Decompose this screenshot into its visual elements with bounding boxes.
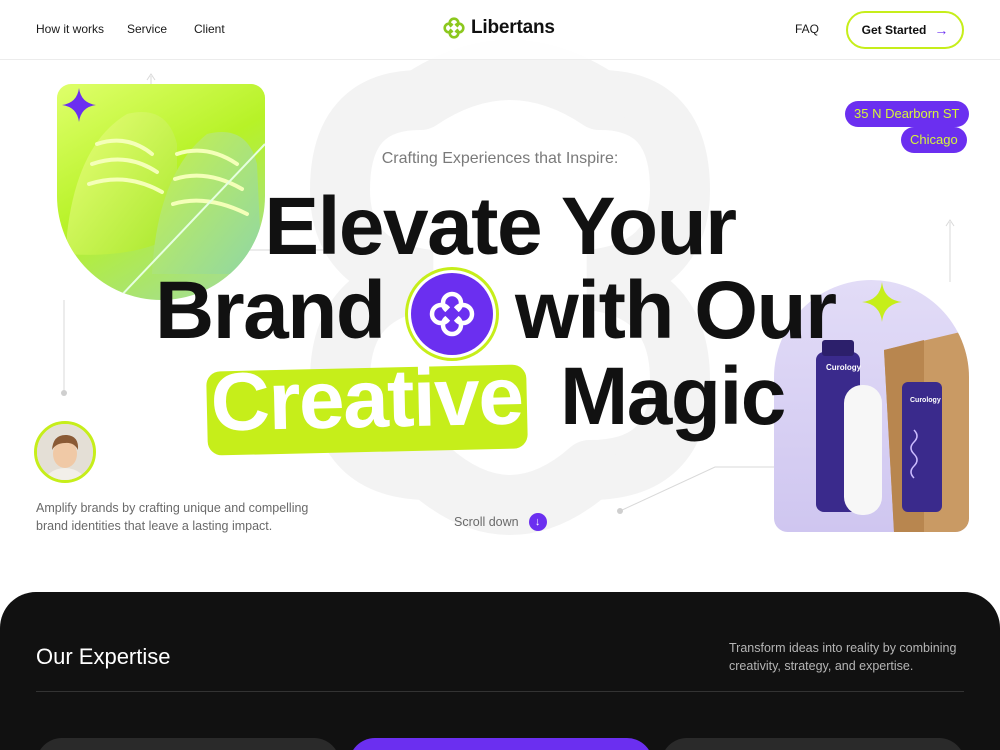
expertise-section: Our Expertise Transform ideas into reali… (0, 592, 1000, 750)
nav-link-how-it-works[interactable]: How it works (36, 22, 104, 36)
sparkle-icon (62, 88, 96, 122)
nav-link-service[interactable]: Service (127, 22, 167, 36)
headline-word-brand: Brand (155, 265, 386, 356)
product-brand-label-2: Curology (910, 397, 941, 404)
hero-eyebrow: Crafting Experiences that Inspire: (381, 150, 619, 167)
headline-line-1: Elevate Your (264, 181, 737, 272)
avatar (34, 421, 96, 483)
expertise-card-2[interactable] (349, 738, 653, 750)
headline-word-magic: Magic (560, 351, 786, 442)
expertise-description: Transform ideas into reality by combinin… (729, 641, 957, 673)
scroll-down-button[interactable]: Scroll down ↓ (454, 513, 547, 531)
headline-word-creative-highlight: Creative (206, 350, 528, 456)
arrow-right-icon: → (934, 22, 949, 38)
get-started-label: Get Started (861, 23, 927, 37)
scroll-down-label: Scroll down (454, 515, 519, 529)
expertise-card-1[interactable] (36, 738, 340, 750)
address-street-pill: 35 N Dearborn ST (845, 101, 969, 127)
get-started-button[interactable]: Get Started → (846, 11, 964, 49)
expertise-title: Our Expertise (36, 644, 171, 669)
address-city-pill: Chicago (901, 127, 967, 153)
headline-word-creative: Creative (209, 350, 524, 449)
brand-name: Libertans (471, 17, 555, 38)
nav-link-faq[interactable]: FAQ (795, 22, 819, 36)
arrow-down-icon: ↓ (528, 513, 547, 531)
brand-logo[interactable]: Libertans (443, 17, 555, 39)
divider (36, 691, 964, 692)
top-navigation: How it works Service Client Libertans FA… (0, 0, 1000, 60)
hero-tagline: Amplify brands by crafting unique and co… (36, 501, 309, 533)
product-brand-label: Curology (826, 363, 862, 372)
expertise-card-3[interactable] (661, 738, 965, 750)
nav-link-client[interactable]: Client (194, 22, 225, 36)
libertans-logo-icon (443, 17, 465, 39)
logo-badge (405, 267, 499, 361)
headline-words-with-our: with Our (515, 265, 837, 356)
flower-logo-icon (429, 291, 475, 337)
sparkle-icon (862, 282, 902, 322)
